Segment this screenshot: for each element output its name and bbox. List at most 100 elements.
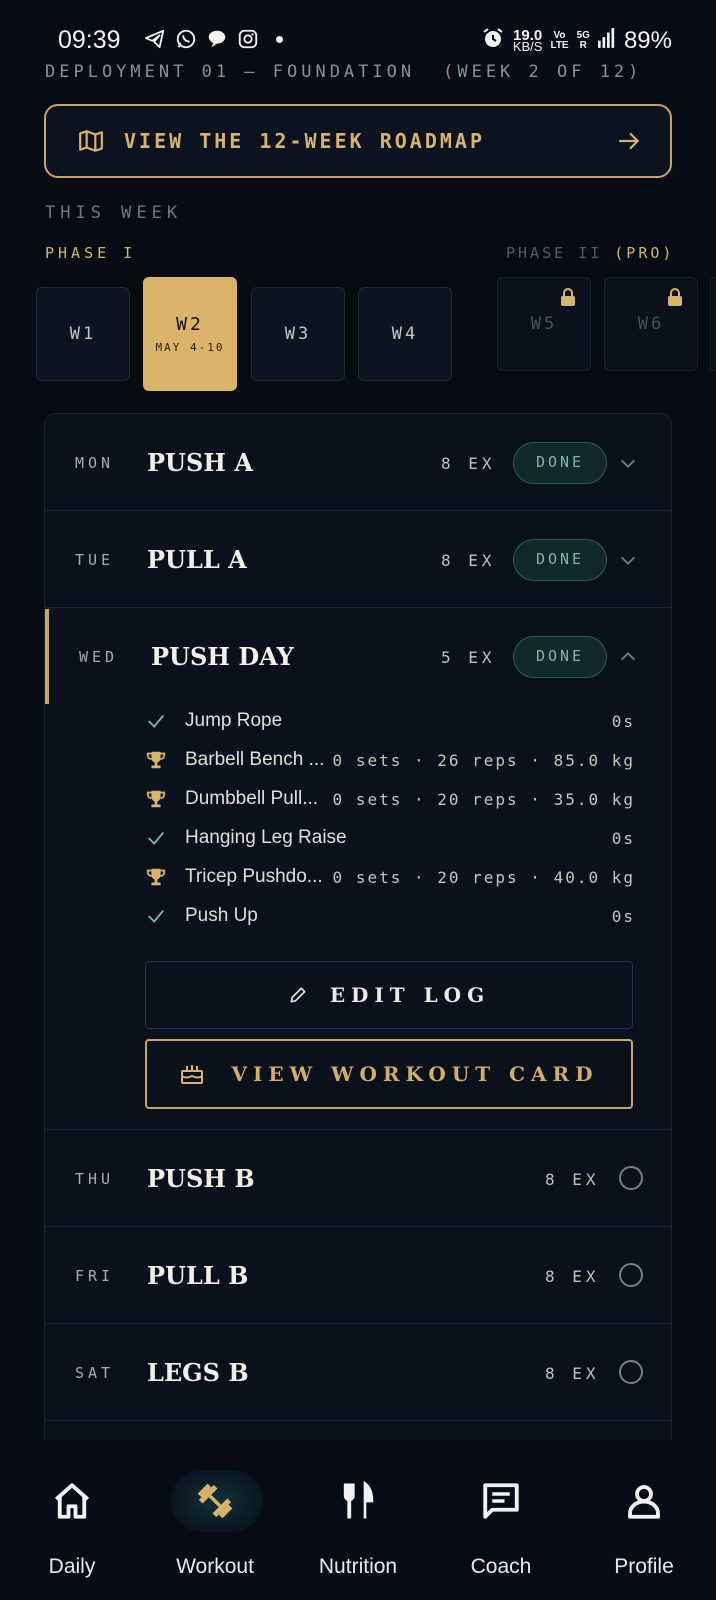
incomplete-circle-icon[interactable] [619, 1166, 643, 1190]
day-row-sat[interactable]: SAT LEGS B 8 EX [45, 1324, 671, 1421]
exercise-detail: 0 sets · 26 reps · 85.0 kg [332, 751, 635, 770]
edit-log-label: EDIT LOG [329, 983, 491, 1007]
exercise-detail: 0s [611, 907, 635, 926]
home-icon [54, 1483, 90, 1519]
workout-title: PULL A [147, 545, 247, 574]
nav-label: Nutrition [318, 1555, 398, 1578]
net-bottom: R [579, 39, 587, 51]
week-label: W6 [637, 314, 665, 334]
week-chip-w5[interactable]: W5 [497, 277, 591, 371]
day-name: TUE [75, 551, 115, 569]
workout-title: PULL B [147, 1261, 249, 1290]
fork-knife-icon [343, 1480, 374, 1519]
trophy-icon [146, 751, 166, 769]
day-row-tue[interactable]: TUE PULL A 8 EX DONE [45, 511, 671, 608]
cake-icon [180, 1065, 203, 1084]
system-indicators: 19.0 KB/S Vo LTE 5G R 89% [481, 26, 672, 55]
workout-title: PUSH B [147, 1164, 255, 1193]
exercise-item: Dumbbell Pull... 0 sets · 20 reps · 35.0… [145, 784, 635, 814]
chevron-down-icon[interactable] [617, 549, 639, 571]
chevron-up-icon[interactable] [617, 646, 639, 668]
chat-bubble-icon [206, 28, 228, 50]
done-badge: DONE [513, 636, 607, 678]
nav-profile[interactable]: Profile [574, 1440, 714, 1600]
day-name: THU [75, 1170, 115, 1188]
roadmap-label: VIEW THE 12-WEEK ROADMAP [124, 129, 485, 153]
dumbbell-icon [197, 1483, 233, 1519]
person-icon [628, 1485, 660, 1519]
week-chip-w3[interactable]: W3 [251, 287, 345, 381]
chat-icon [483, 1483, 519, 1519]
check-icon [148, 714, 165, 728]
week-chip-w1[interactable]: W1 [36, 287, 130, 381]
day-name: MON [75, 454, 115, 472]
lock-icon [668, 288, 682, 306]
whatsapp-icon [175, 28, 197, 50]
volte-top: Vo [553, 29, 566, 41]
chevron-down-icon[interactable] [617, 452, 639, 474]
day-name: SAT [75, 1364, 115, 1382]
week-label: W4 [391, 324, 419, 344]
exercise-detail: 0 sets · 20 reps · 35.0 kg [332, 790, 635, 809]
exercise-name: Dumbbell Pull... [185, 788, 319, 809]
exercise-count: 8 EX [545, 1364, 600, 1383]
exercise-detail: 0s [611, 712, 635, 731]
done-badge: DONE [513, 539, 607, 581]
notification-icons [144, 28, 283, 50]
exercise-name: Barbell Bench ... [185, 749, 325, 770]
map-icon [79, 130, 103, 152]
week-chip-w2[interactable]: W2 MAY 4-10 [143, 277, 237, 391]
workout-title: PUSH A [147, 448, 253, 477]
volte-bottom: LTE [550, 39, 569, 51]
phase-two-text: PHASE II [506, 244, 603, 262]
day-row-thu[interactable]: THU PUSH B 8 EX [45, 1130, 671, 1227]
speed-unit: KB/S [512, 38, 543, 54]
deployment-header: DEPLOYMENT 01 — FOUNDATION (WEEK 2 OF 12) [45, 62, 642, 82]
exercise-detail: 0 sets · 20 reps · 40.0 kg [332, 868, 635, 887]
network-speed: 19.0 KB/S [512, 28, 543, 54]
exercise-name: Jump Rope [185, 710, 283, 731]
exercise-count: 8 EX [441, 454, 496, 473]
nav-label: Daily [48, 1555, 96, 1578]
incomplete-circle-icon[interactable] [619, 1360, 643, 1384]
edit-log-button[interactable]: EDIT LOG [145, 961, 633, 1029]
roadmap-button[interactable]: VIEW THE 12-WEEK ROADMAP [44, 104, 672, 178]
workout-list: MON PUSH A 8 EX DONE TUE PULL A 8 EX DON… [44, 413, 672, 1443]
telegram-icon [144, 28, 166, 50]
week-chip-w6[interactable]: W6 [604, 277, 698, 371]
nav-nutrition[interactable]: Nutrition [288, 1440, 428, 1600]
day-row-fri[interactable]: FRI PULL B 8 EX [45, 1227, 671, 1324]
trophy-icon [146, 868, 166, 886]
exercise-detail: 0s [611, 829, 635, 848]
week-progress: (WEEK 2 OF 12) [443, 62, 643, 82]
view-workout-card-label: VIEW WORKOUT CARD [231, 1062, 599, 1086]
exercise-count: 8 EX [441, 551, 496, 570]
exercise-count: 5 EX [441, 648, 496, 667]
nav-coach[interactable]: Coach [431, 1440, 571, 1600]
expanded-accent-bar [45, 609, 49, 704]
check-icon [148, 831, 165, 845]
week-chip-w4[interactable]: W4 [358, 287, 452, 381]
nav-label: Coach [470, 1555, 532, 1578]
trophy-icon [146, 790, 166, 808]
phase-one-label: PHASE I [45, 244, 137, 262]
incomplete-circle-icon[interactable] [619, 1263, 643, 1287]
deployment-title: DEPLOYMENT 01 — FOUNDATION [45, 62, 416, 82]
view-workout-card-button[interactable]: VIEW WORKOUT CARD [145, 1039, 633, 1109]
week-date-range: MAY 4-10 [155, 341, 225, 354]
phase-two-label: PHASE II (PRO) [506, 244, 674, 262]
net-top: 5G [576, 29, 590, 41]
day-row-mon[interactable]: MON PUSH A 8 EX DONE [45, 414, 671, 511]
alarm-icon [481, 26, 505, 55]
week-chip-w7-partial[interactable] [710, 277, 716, 371]
bottom-navigation: Daily Workout Nutrition Coach Profile [0, 1440, 716, 1600]
day-name: FRI [75, 1267, 115, 1285]
exercise-count: 8 EX [545, 1170, 600, 1189]
network-type: 5G R [576, 29, 590, 51]
nav-daily[interactable]: Daily [2, 1440, 142, 1600]
exercise-item: Jump Rope 0s [145, 706, 635, 736]
exercise-name: Tricep Pushdo... [185, 866, 323, 887]
nav-workout[interactable]: Workout [145, 1440, 285, 1600]
battery-level: 89% [623, 26, 672, 54]
exercise-name: Push Up [185, 905, 258, 926]
